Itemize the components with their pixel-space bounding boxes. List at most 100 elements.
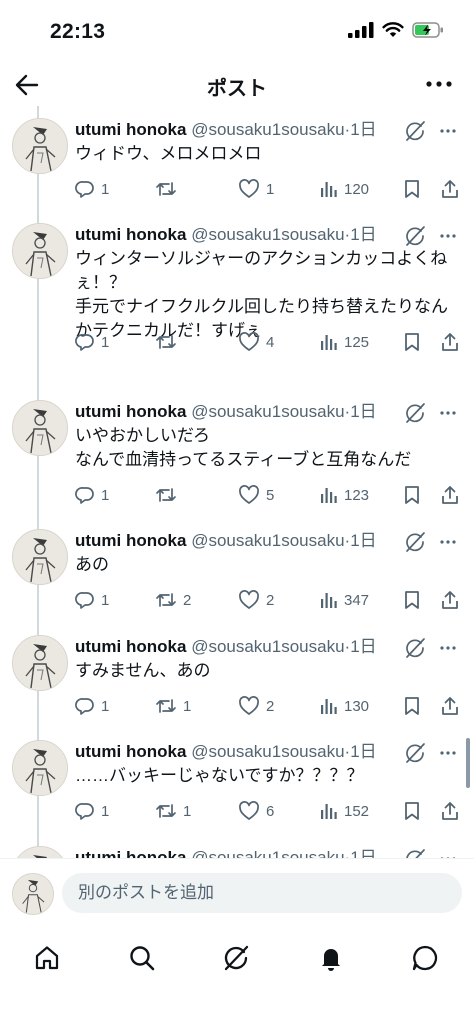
author-handle[interactable]: @sousaku1sousaku xyxy=(191,225,344,244)
avatar[interactable] xyxy=(12,529,68,585)
author-name[interactable]: utumi honoka xyxy=(75,848,186,858)
tab-search[interactable] xyxy=(122,938,162,978)
views-button[interactable]: 130 xyxy=(320,693,369,719)
avatar[interactable] xyxy=(12,400,68,456)
like-button[interactable]: 5 xyxy=(238,482,274,508)
scrollbar[interactable] xyxy=(466,738,470,788)
search-icon xyxy=(130,946,155,971)
post-more-icon[interactable] xyxy=(438,120,458,142)
like-button[interactable]: 1 xyxy=(238,176,274,202)
reply-button[interactable]: 1 xyxy=(75,798,109,824)
author-handle[interactable]: @sousaku1sousaku xyxy=(191,637,344,656)
grok-icon[interactable] xyxy=(404,637,426,659)
post-actions: 1 5 123 xyxy=(75,482,467,508)
author-name[interactable]: utumi honoka xyxy=(75,637,186,656)
post-more-icon[interactable] xyxy=(438,531,458,553)
author-name[interactable]: utumi honoka xyxy=(75,531,186,550)
views-button[interactable]: 347 xyxy=(320,587,369,613)
tab-messages[interactable] xyxy=(405,938,445,978)
views-button[interactable]: 125 xyxy=(320,329,369,355)
reply-button[interactable]: 1 xyxy=(75,693,109,719)
avatar[interactable] xyxy=(12,223,68,279)
avatar[interactable] xyxy=(12,846,68,858)
author-handle[interactable]: @sousaku1sousaku xyxy=(191,531,344,550)
grok-icon[interactable] xyxy=(404,402,426,424)
post[interactable]: utumi honoka @sousaku1sousaku·1日 ……バッキーじゃ… xyxy=(0,728,474,833)
grok-icon[interactable] xyxy=(404,848,426,858)
views-button[interactable]: 152 xyxy=(320,798,369,824)
repost-button[interactable]: 2 xyxy=(155,587,191,613)
avatar[interactable] xyxy=(12,118,68,174)
repost-icon xyxy=(156,335,176,349)
like-button[interactable]: 2 xyxy=(238,693,274,719)
bookmark-button[interactable] xyxy=(403,329,421,355)
like-count: 2 xyxy=(266,697,275,715)
repost-button[interactable]: 1 xyxy=(155,798,191,824)
share-button[interactable] xyxy=(440,587,460,613)
bookmark-button[interactable] xyxy=(403,176,421,202)
share-icon xyxy=(442,333,458,351)
bookmark-button[interactable] xyxy=(403,693,421,719)
reply-button[interactable]: 1 xyxy=(75,587,109,613)
author-handle[interactable]: @sousaku1sousaku xyxy=(191,402,344,421)
post[interactable]: utumi honoka @sousaku1sousaku·1日 ウィンターソルジ… xyxy=(0,211,474,351)
like-button[interactable]: 4 xyxy=(238,329,274,355)
bookmark-button[interactable] xyxy=(403,798,421,824)
author-handle[interactable]: @sousaku1sousaku xyxy=(191,120,344,139)
avatar[interactable] xyxy=(12,635,68,691)
reply-button[interactable]: 1 xyxy=(75,329,109,355)
views-button[interactable]: 123 xyxy=(320,482,369,508)
post[interactable]: utumi honoka @sousaku1sousaku·1日 xyxy=(0,834,474,858)
author-handle[interactable]: @sousaku1sousaku xyxy=(191,848,344,858)
like-icon xyxy=(239,801,259,820)
repost-button[interactable] xyxy=(155,482,183,508)
reply-button[interactable]: 1 xyxy=(75,176,109,202)
post-actions: 1 1 120 xyxy=(75,176,467,202)
repost-button[interactable]: 1 xyxy=(155,693,191,719)
post[interactable]: utumi honoka @sousaku1sousaku·1日 いやおかしいだろ… xyxy=(0,388,474,504)
post-more-icon[interactable] xyxy=(438,848,458,858)
post-actions: 1 4 125 xyxy=(75,329,467,355)
avatar[interactable] xyxy=(12,740,68,796)
post-header: utumi honoka @sousaku1sousaku·1日 xyxy=(75,635,464,659)
author-name[interactable]: utumi honoka xyxy=(75,225,186,244)
bookmark-button[interactable] xyxy=(403,587,421,613)
post[interactable]: utumi honoka @sousaku1sousaku·1日 ウィドウ、メロメ… xyxy=(0,106,474,211)
share-button[interactable] xyxy=(440,329,460,355)
reply-button[interactable]: 1 xyxy=(75,482,109,508)
bookmark-button[interactable] xyxy=(403,482,421,508)
author-handle[interactable]: @sousaku1sousaku xyxy=(191,742,344,761)
grok-icon[interactable] xyxy=(404,531,426,553)
view-count: 152 xyxy=(344,802,370,820)
grok-icon[interactable] xyxy=(404,120,426,142)
add-post-input[interactable] xyxy=(62,873,462,913)
like-button[interactable]: 2 xyxy=(238,587,274,613)
more-options-icon[interactable] xyxy=(424,72,454,96)
repost-button[interactable] xyxy=(155,329,183,355)
repost-button[interactable] xyxy=(155,176,183,202)
share-button[interactable] xyxy=(440,176,460,202)
post-time: ·1日 xyxy=(344,402,377,421)
tab-home[interactable] xyxy=(27,938,67,978)
author-name[interactable]: utumi honoka xyxy=(75,120,186,139)
author-name[interactable]: utumi honoka xyxy=(75,742,186,761)
bookmark-icon xyxy=(405,591,419,609)
post-more-icon[interactable] xyxy=(438,225,458,247)
tab-grok[interactable] xyxy=(216,938,256,978)
post[interactable]: utumi honoka @sousaku1sousaku·1日 あの 1 2 2 347 xyxy=(0,517,474,622)
post[interactable]: utumi honoka @sousaku1sousaku·1日 すみません、あの… xyxy=(0,623,474,728)
tab-notifications[interactable] xyxy=(311,938,351,978)
post-more-icon[interactable] xyxy=(438,637,458,659)
post-text: あの xyxy=(75,555,109,574)
view-count: 347 xyxy=(344,591,370,609)
post-more-icon[interactable] xyxy=(438,742,458,764)
share-button[interactable] xyxy=(440,482,460,508)
post-more-icon[interactable] xyxy=(438,402,458,424)
views-button[interactable]: 120 xyxy=(320,176,369,202)
like-button[interactable]: 6 xyxy=(238,798,274,824)
author-name[interactable]: utumi honoka xyxy=(75,402,186,421)
share-button[interactable] xyxy=(440,798,460,824)
share-button[interactable] xyxy=(440,693,460,719)
grok-icon[interactable] xyxy=(404,225,426,247)
grok-icon[interactable] xyxy=(404,742,426,764)
